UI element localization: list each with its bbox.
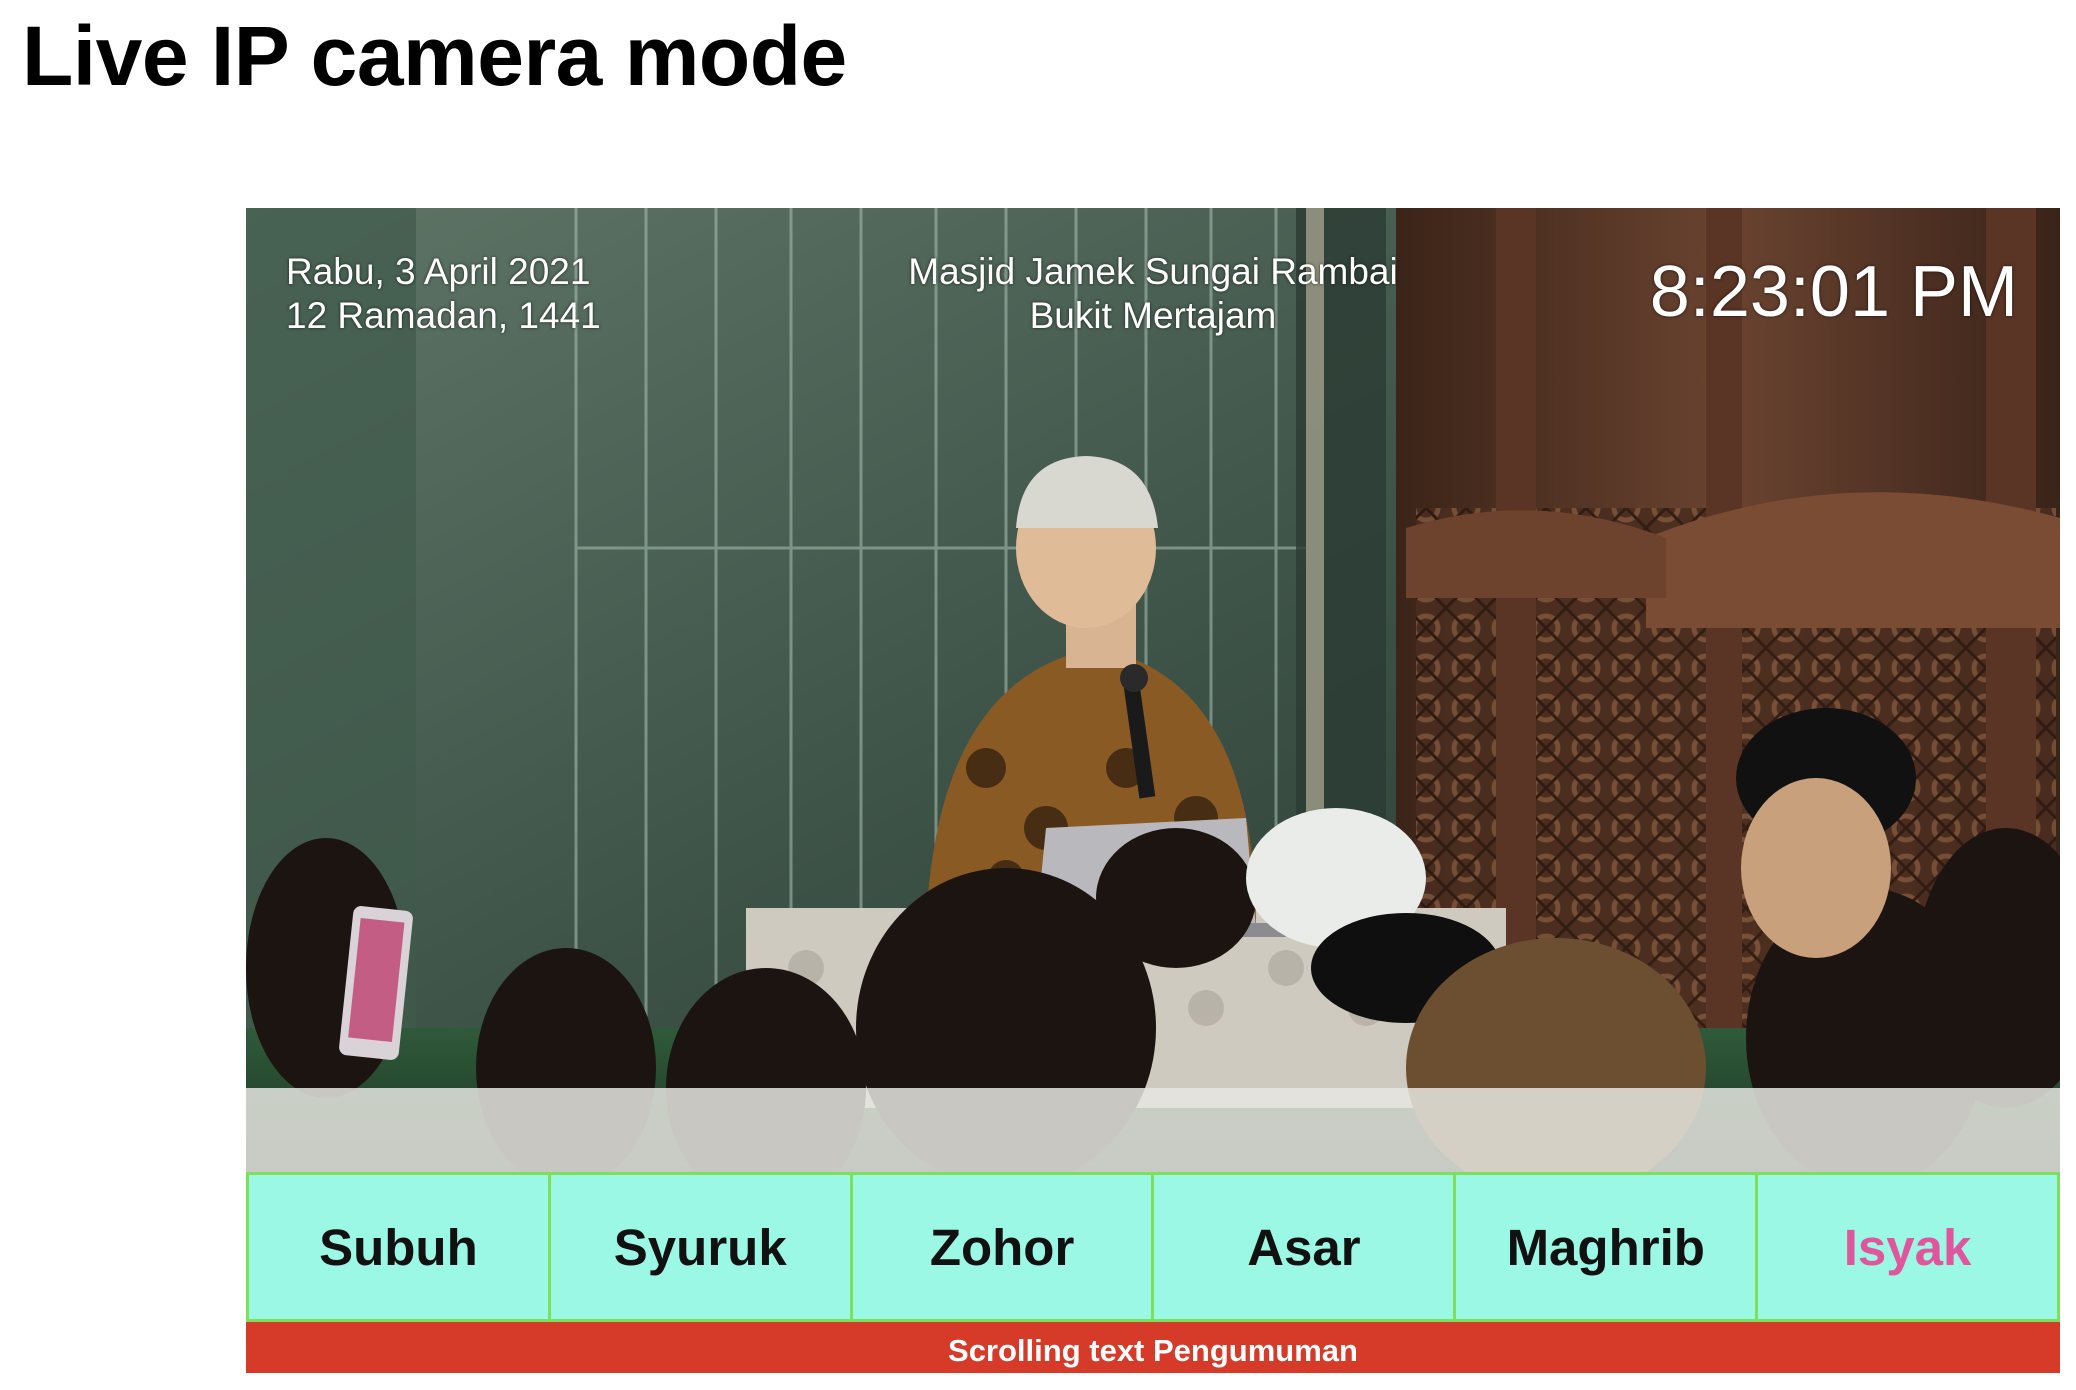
page-title: Live IP camera mode [22,9,847,103]
prayer-cell-isyak: Isyak [1758,1175,2057,1319]
prayer-display-screen: Rabu, 3 April 2021 12 Ramadan, 1441 Masj… [246,208,2060,1373]
ip-camera-feed: Rabu, 3 April 2021 12 Ramadan, 1441 Masj… [246,208,2060,1172]
announcement-ticker: Scrolling text Pengumuman [246,1322,2060,1373]
camera-scene-illustration [246,208,2060,1172]
prayer-cell-syuruk: Syuruk [550,1175,850,1319]
prayer-cell-asar: Asar [1154,1175,1454,1319]
clock-display: 8:23:01 PM [1649,252,2018,332]
prayer-cell-maghrib: Maghrib [1456,1175,1756,1319]
prayer-cell-subuh: Subuh [249,1175,548,1319]
prayer-times-bar: Subuh Syuruk Zohor Asar Maghrib Isyak [246,1172,2060,1322]
prayer-cell-zohor: Zohor [852,1175,1152,1319]
